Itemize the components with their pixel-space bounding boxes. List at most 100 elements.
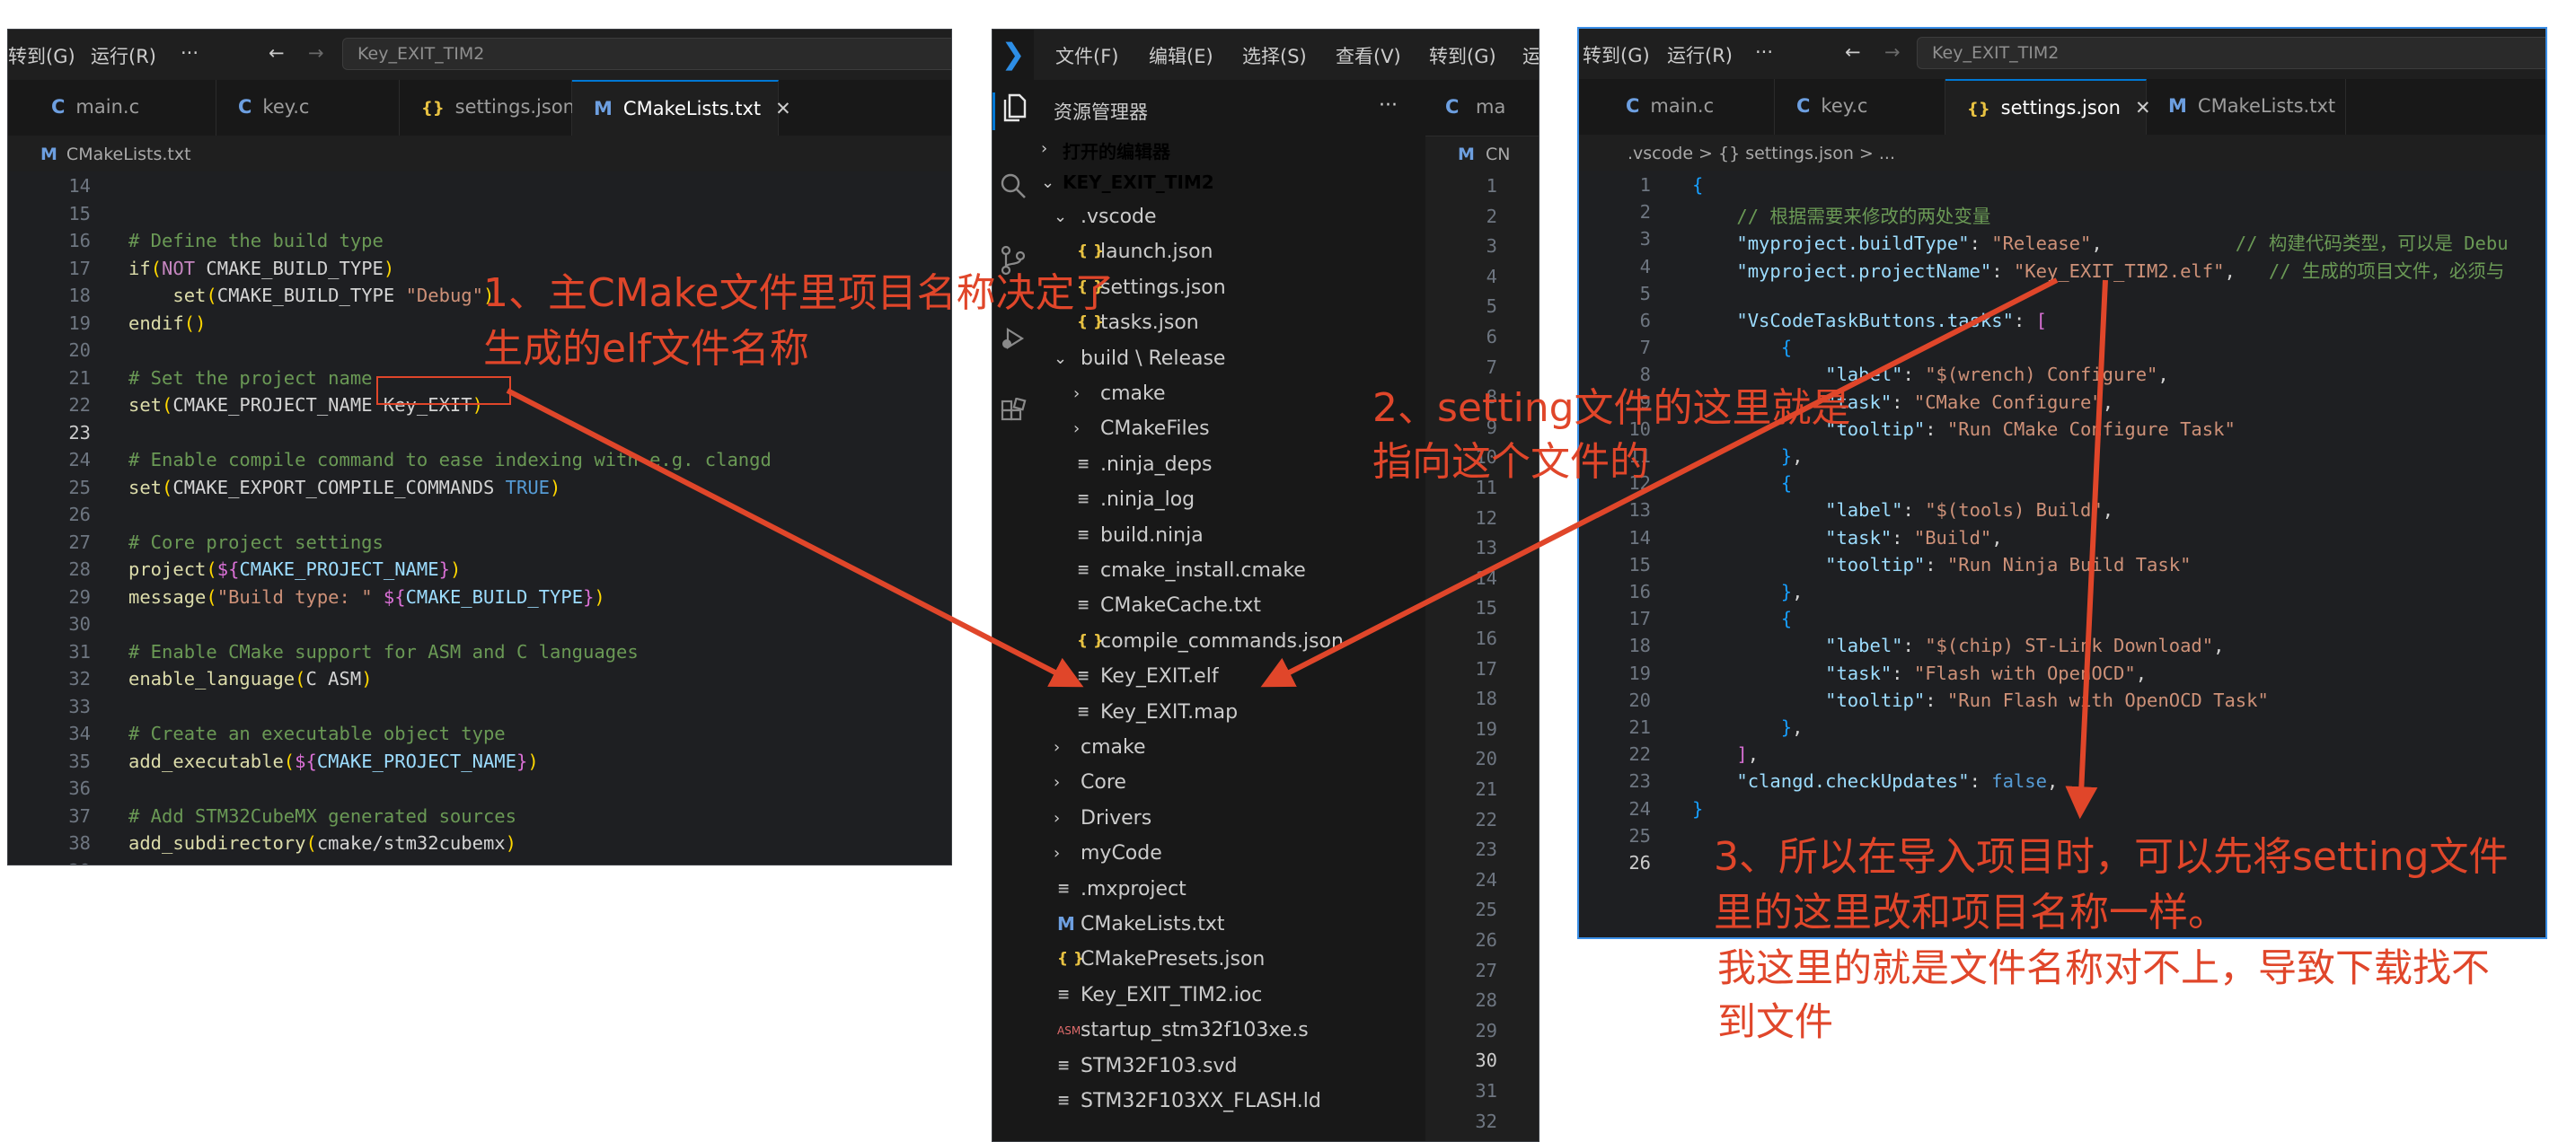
- tree-item[interactable]: ⌄ .vscode: [1034, 202, 1425, 236]
- tree-item[interactable]: { } CMakePresets.json: [1034, 944, 1425, 979]
- menu-run[interactable]: 运行(R): [1667, 41, 1733, 68]
- line-number: 1: [1639, 174, 1651, 196]
- tab-main-c[interactable]: Cmain.c: [1604, 79, 1775, 135]
- line-number: 22: [1628, 743, 1651, 766]
- line-number: 3: [1639, 228, 1651, 250]
- forward-arrow-icon[interactable]: →: [1884, 41, 1901, 63]
- code-line: # Enable compile command to ease indexin…: [128, 449, 772, 470]
- line-number: 14: [1475, 567, 1497, 589]
- more-icon[interactable]: ···: [1755, 41, 1773, 63]
- code-line: "label": "$(tools) Build",: [1825, 499, 2114, 522]
- menu-goto[interactable]: 转到(G): [1583, 41, 1650, 68]
- text-file-icon: ≡: [1057, 985, 1071, 1004]
- more-icon[interactable]: ···: [181, 42, 198, 64]
- text-file-icon: ≡: [1077, 454, 1090, 473]
- back-arrow-icon[interactable]: ←: [269, 42, 285, 64]
- menu-run[interactable]: 运: [1522, 42, 1539, 69]
- tab-settings-json[interactable]: {} settings.json ✕: [1945, 79, 2151, 135]
- tree-item[interactable]: M CMakeLists.txt: [1034, 909, 1425, 944]
- chevron-right-icon: ›: [1073, 384, 1081, 403]
- tree-item[interactable]: ≡ STM32F103.svd: [1034, 1051, 1425, 1085]
- line-number: 20: [68, 339, 91, 361]
- tree-item[interactable]: ≡ .ninja_log: [1034, 485, 1425, 519]
- annotation-4-line1: 我这里的就是文件名称对不上，导致下载找不: [1717, 946, 2490, 991]
- right-editor-window: 转到(G) 运行(R) ··· ← → Key_EXIT_TIM2 Cmain.…: [1577, 27, 2547, 939]
- tree-item-label: STM32F103.svd: [1081, 1054, 1238, 1077]
- menu-file[interactable]: 文件(F): [1055, 42, 1118, 69]
- tree-item-label: .ninja_log: [1100, 488, 1195, 512]
- tree-item[interactable]: ≡ .mxproject: [1034, 874, 1425, 909]
- extensions-icon[interactable]: [992, 397, 1034, 434]
- line-number: 15: [68, 202, 91, 224]
- tree-item[interactable]: ASM startup_stm32f103xe.s: [1034, 1015, 1425, 1050]
- tree-item[interactable]: { } compile_commands.json: [1034, 627, 1425, 661]
- tree-item[interactable]: › Drivers: [1034, 804, 1425, 838]
- text-file-icon: ≡: [1077, 596, 1090, 615]
- tree-item[interactable]: › myCode: [1034, 839, 1425, 873]
- tree-item-label: CMakeFiles: [1100, 417, 1210, 441]
- line-number: 14: [1628, 526, 1651, 549]
- partial-tab-label[interactable]: ma: [1476, 96, 1505, 118]
- menu-run[interactable]: 运行(R): [91, 42, 156, 69]
- editor-tab-bar: Cmain.c Ckey.c {} settings.json M CMakeLis…: [8, 80, 951, 136]
- command-center-search[interactable]: Key_EXIT_TIM2: [1917, 37, 2545, 69]
- tree-item[interactable]: › CMakeFiles: [1034, 414, 1425, 448]
- tree-item[interactable]: › Core: [1034, 768, 1425, 802]
- tree-item[interactable]: ≡ Key_EXIT.map: [1034, 698, 1425, 732]
- menu-goto[interactable]: 转到(G): [1429, 42, 1496, 69]
- tree-item-label: cmake_install.cmake: [1100, 559, 1306, 582]
- forward-arrow-icon[interactable]: →: [308, 42, 324, 64]
- tab-main-c[interactable]: Cmain.c: [30, 80, 216, 136]
- tree-item[interactable]: ≡ Key_EXIT.elf: [1034, 662, 1425, 696]
- line-number: 19: [1475, 717, 1497, 740]
- workspace-root[interactable]: ⌄ KEY_EXIT_TIM2: [1034, 168, 1425, 202]
- line-number: 29: [1475, 1019, 1497, 1041]
- tab-key-c[interactable]: Ckey.c: [1775, 79, 1945, 135]
- tree-item[interactable]: ≡ cmake_install.cmake: [1034, 556, 1425, 590]
- chevron-down-icon: ⌄: [1054, 348, 1068, 368]
- line-number: 23: [68, 421, 91, 444]
- breadcrumb-file[interactable]: CMakeLists.txt: [66, 145, 191, 164]
- annotation-2-line2: 指向这个文件的: [1372, 439, 1649, 485]
- tab-cmakelists[interactable]: M CMakeLists.txt ✕: [572, 80, 791, 136]
- line-number: 26: [68, 504, 91, 525]
- c-file-icon: C: [1445, 96, 1460, 118]
- code-line: endif(): [128, 312, 207, 334]
- partial-breadcrumb: M CN: [1458, 145, 1510, 164]
- explorer-icon[interactable]: [992, 92, 1034, 130]
- menu-edit[interactable]: 编辑(E): [1149, 42, 1213, 69]
- code-line: {: [1692, 174, 1704, 196]
- menu-view[interactable]: 查看(V): [1336, 42, 1401, 69]
- line-number: 7: [1639, 337, 1651, 359]
- menu-goto[interactable]: 转到(G): [8, 42, 75, 69]
- tree-item[interactable]: › cmake: [1034, 379, 1425, 413]
- tab-settings-json[interactable]: {} settings.json: [400, 80, 575, 136]
- run-debug-icon[interactable]: [992, 324, 1034, 360]
- command-center-search[interactable]: Key_EXIT_TIM2: [342, 38, 951, 70]
- text-file-icon: ≡: [1077, 490, 1090, 509]
- text-file-icon: ≡: [1057, 1056, 1071, 1075]
- breadcrumb[interactable]: .vscode > {} settings.json > ...: [1579, 135, 2545, 171]
- tab-key-c[interactable]: Ckey.c: [216, 80, 400, 136]
- code-line: "label": "$(chip) ST-Link Download",: [1825, 635, 2225, 657]
- back-arrow-icon[interactable]: ←: [1845, 41, 1861, 63]
- tree-item[interactable]: ≡ CMakeCache.txt: [1034, 591, 1425, 625]
- tree-item[interactable]: ≡ build.ninja: [1034, 521, 1425, 555]
- tree-item[interactable]: › cmake: [1034, 733, 1425, 767]
- tree-item[interactable]: ≡ Key_EXIT_TIM2.ioc: [1034, 980, 1425, 1015]
- tree-item[interactable]: ≡ STM32F103XX_FLASH.ld: [1034, 1086, 1425, 1120]
- search-icon[interactable]: [992, 171, 1034, 207]
- line-number: 13: [1475, 537, 1497, 559]
- line-number: 35: [68, 750, 91, 772]
- menu-selection[interactable]: 选择(S): [1242, 42, 1307, 69]
- more-icon[interactable]: ···: [1379, 94, 1398, 117]
- open-editors-section[interactable]: › 打开的编辑器: [1034, 134, 1425, 168]
- cmake-file-icon: M: [2168, 95, 2187, 117]
- code-line: # Set the project name: [128, 366, 373, 389]
- tab-cmakelists[interactable]: M CMakeLists.txt: [2147, 79, 2346, 135]
- tree-item[interactable]: ⌄ build \ Release: [1034, 344, 1425, 378]
- text-file-icon: ≡: [1077, 702, 1090, 721]
- close-icon[interactable]: ✕: [775, 98, 791, 119]
- line-number: 36: [68, 777, 91, 799]
- tree-item[interactable]: ≡ .ninja_deps: [1034, 450, 1425, 484]
